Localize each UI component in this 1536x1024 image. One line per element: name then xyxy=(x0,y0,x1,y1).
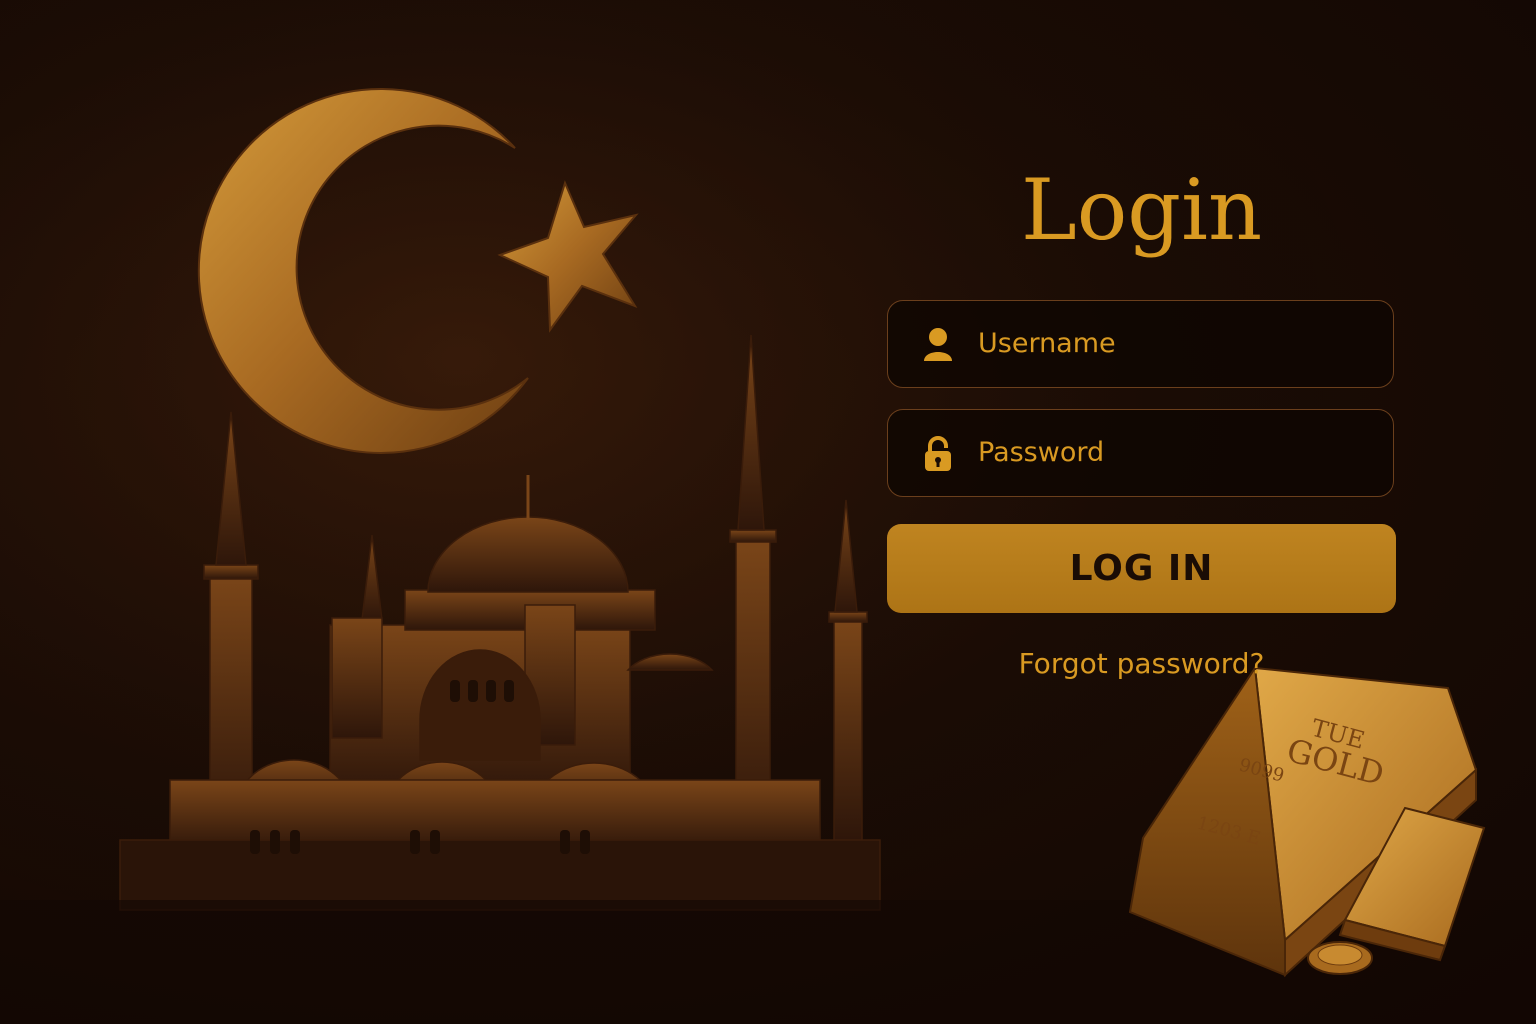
username-field[interactable] xyxy=(887,300,1394,388)
username-input[interactable] xyxy=(978,301,1378,386)
page-title: Login xyxy=(1020,161,1263,259)
forgot-password-link[interactable]: Forgot password? xyxy=(887,644,1396,684)
lock-icon xyxy=(922,436,954,472)
password-input[interactable] xyxy=(978,410,1378,495)
login-button[interactable]: LOG IN xyxy=(887,524,1396,613)
user-icon xyxy=(922,327,954,363)
password-field[interactable] xyxy=(887,409,1394,497)
background-illustration: TUE GOLD 9099 1203 E xyxy=(0,0,1536,1024)
gold-coin xyxy=(1307,941,1373,975)
